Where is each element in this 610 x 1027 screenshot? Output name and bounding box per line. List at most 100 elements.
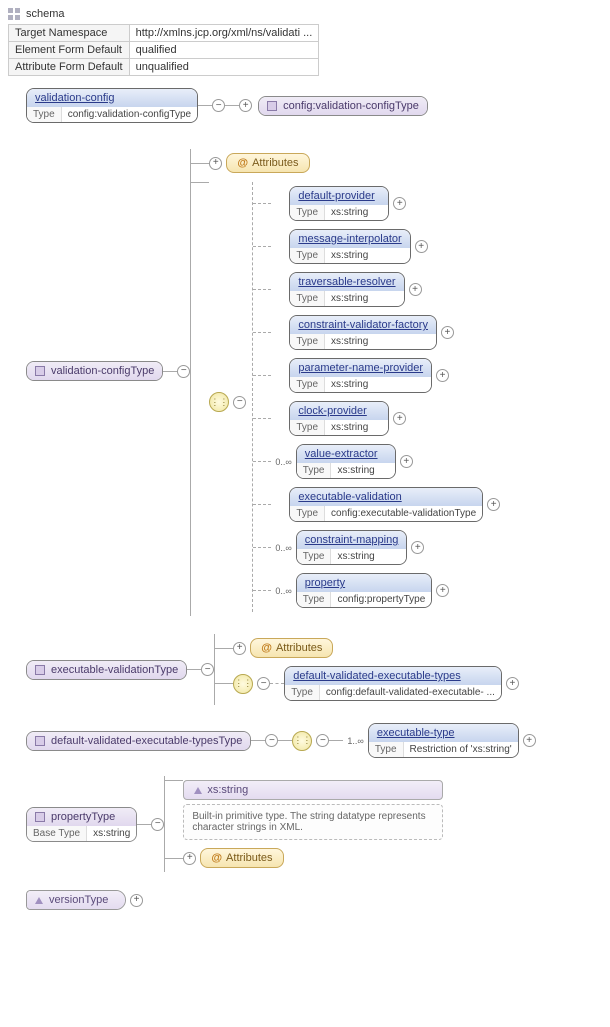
type-value: xs:string <box>325 205 374 220</box>
element-property[interactable]: property Typeconfig:propertyType <box>296 573 433 608</box>
complex-type-dvet[interactable]: default-validated-executable-typesType <box>26 731 251 751</box>
complex-type-propertyType[interactable]: propertyType Base Typexs:string <box>26 807 137 842</box>
schema-icon <box>8 8 20 20</box>
type-value: config:propertyType <box>331 592 431 607</box>
element-label[interactable]: executable-validation <box>298 491 401 503</box>
efd-label: Element Form Default <box>9 42 130 59</box>
attributes-box[interactable]: @Attributes <box>226 153 309 173</box>
element-parameter-name-provider[interactable]: parameter-name-provider Typexs:string <box>289 358 432 393</box>
expand-icon[interactable]: + <box>487 498 500 511</box>
collapse-icon[interactable]: − <box>151 818 164 831</box>
ct-label: executable-validationType <box>51 664 178 676</box>
expand-icon[interactable]: + <box>506 677 519 690</box>
sequence-icon: ⋮⋮ <box>292 731 312 751</box>
element-label[interactable]: default-provider <box>298 190 374 202</box>
attributes-label: Attributes <box>276 642 322 654</box>
collapse-icon[interactable]: − <box>177 365 190 378</box>
type-value: config:executable-validationType <box>325 506 482 521</box>
expand-icon[interactable]: + <box>393 197 406 210</box>
ns-label: Target Namespace <box>9 25 130 42</box>
occurrence: 0..∞ <box>271 586 295 596</box>
element-constraint-mapping[interactable]: constraint-mapping Typexs:string <box>296 530 408 565</box>
sequence-icon: ⋮⋮ <box>209 392 229 412</box>
type-value: Restriction of 'xs:string' <box>404 742 518 757</box>
expand-icon[interactable]: + <box>393 412 406 425</box>
collapse-icon[interactable]: − <box>257 677 270 690</box>
collapse-icon[interactable]: − <box>233 396 246 409</box>
element-label[interactable]: validation-config <box>35 92 115 104</box>
st-label: versionType <box>49 894 108 906</box>
sequence-icon: ⋮⋮ <box>233 674 253 694</box>
ct-label: propertyType <box>51 811 115 823</box>
type-value: xs:string <box>325 334 374 349</box>
expand-icon[interactable]: + <box>130 894 143 907</box>
expand-icon[interactable]: + <box>400 455 413 468</box>
occurrence: 0..∞ <box>271 543 295 553</box>
expand-icon[interactable]: + <box>233 642 246 655</box>
complex-type-icon <box>35 736 45 746</box>
element-label[interactable]: parameter-name-provider <box>298 362 423 374</box>
doc-tooltip: Built-in primitive type. The string data… <box>183 804 443 840</box>
base-type-value: xs:string <box>87 826 136 841</box>
expand-icon[interactable]: + <box>436 584 449 597</box>
simple-type-icon <box>194 787 202 794</box>
element-constraint-validator-factory[interactable]: constraint-validator-factory Typexs:stri… <box>289 315 437 350</box>
element-label[interactable]: executable-type <box>377 727 455 739</box>
element-default-validated-executable-types[interactable]: default-validated-executable-types Typec… <box>284 666 502 701</box>
expand-icon[interactable]: + <box>411 541 424 554</box>
complex-type-icon <box>35 366 45 376</box>
element-default-provider[interactable]: default-provider Typexs:string <box>289 186 389 221</box>
expand-icon[interactable]: + <box>441 326 454 339</box>
element-clock-provider[interactable]: clock-provider Typexs:string <box>289 401 389 436</box>
vt-section: versionType + <box>26 890 602 910</box>
type-value: config:validation-configType <box>62 107 197 122</box>
element-message-interpolator[interactable]: message-interpolator Typexs:string <box>289 229 410 264</box>
complex-type-executable-validationType[interactable]: executable-validationType <box>26 660 187 680</box>
type-value: xs:string <box>325 420 374 435</box>
expand-icon[interactable]: + <box>409 283 422 296</box>
element-label[interactable]: value-extractor <box>305 448 378 460</box>
complex-type-validation-configType[interactable]: validation-configType <box>26 361 163 381</box>
element-executable-validation[interactable]: executable-validation Typeconfig:executa… <box>289 487 483 522</box>
occurrence: 0..∞ <box>271 457 295 467</box>
element-label[interactable]: clock-provider <box>298 405 366 417</box>
expand-icon[interactable]: + <box>523 734 536 747</box>
ct-label: default-validated-executable-typesType <box>51 735 242 747</box>
expand-icon[interactable]: + <box>415 240 428 253</box>
attributes-label: Attributes <box>226 852 272 864</box>
element-label[interactable]: property <box>305 577 345 589</box>
simple-type-versionType[interactable]: versionType <box>26 890 126 910</box>
element-executable-type[interactable]: executable-type TypeRestriction of 'xs:s… <box>368 723 519 758</box>
element-label[interactable]: message-interpolator <box>298 233 401 245</box>
type-value: xs:string <box>325 377 374 392</box>
type-value: xs:string <box>325 291 374 306</box>
vct-section: validation-configType − + @Attributes ⋮⋮… <box>26 141 602 616</box>
evt-section: executable-validationType − + @Attribute… <box>26 634 602 705</box>
type-value: xs:string <box>331 549 380 564</box>
type-value: xs:string <box>331 463 380 478</box>
element-label[interactable]: constraint-mapping <box>305 534 399 546</box>
schema-label: schema <box>26 8 65 20</box>
expand-icon[interactable]: + <box>209 157 222 170</box>
expand-icon[interactable]: + <box>436 369 449 382</box>
attributes-box[interactable]: @Attributes <box>200 848 283 868</box>
element-label[interactable]: default-validated-executable-types <box>293 670 461 682</box>
attributes-box[interactable]: @Attributes <box>250 638 333 658</box>
element-label[interactable]: constraint-validator-factory <box>298 319 428 331</box>
xs-string-type[interactable]: xs:string <box>183 780 443 800</box>
afd-label: Attribute Form Default <box>9 59 130 76</box>
simple-type-icon <box>35 897 43 904</box>
collapse-icon[interactable]: − <box>316 734 329 747</box>
element-value-extractor[interactable]: value-extractor Typexs:string <box>296 444 396 479</box>
occurrence: 1..∞ <box>343 736 367 746</box>
collapse-icon[interactable]: − <box>265 734 278 747</box>
dvet-section: default-validated-executable-typesType −… <box>26 723 602 758</box>
collapse-icon[interactable]: − <box>201 663 214 676</box>
attributes-label: Attributes <box>252 157 298 169</box>
expand-icon[interactable]: + <box>183 852 196 865</box>
complex-type-icon <box>35 812 45 822</box>
element-label[interactable]: traversable-resolver <box>298 276 395 288</box>
ct-label: validation-configType <box>51 365 154 377</box>
element-traversable-resolver[interactable]: traversable-resolver Typexs:string <box>289 272 404 307</box>
element-validation-config[interactable]: validation-config Type config:validation… <box>26 88 198 123</box>
